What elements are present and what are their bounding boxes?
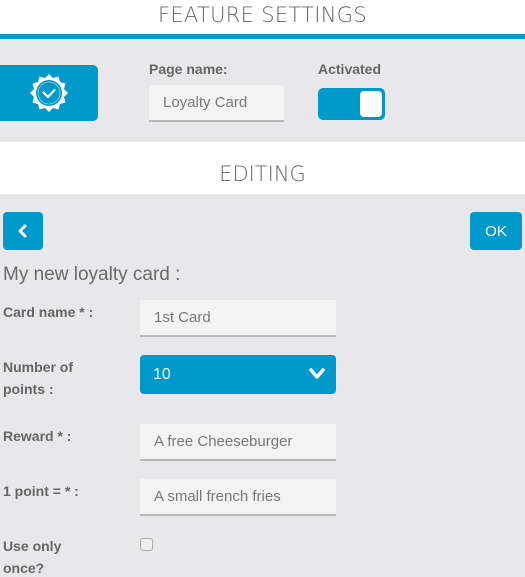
editing-header: EDITING bbox=[0, 142, 525, 194]
page-title: FEATURE SETTINGS bbox=[157, 3, 367, 27]
ok-button[interactable]: OK bbox=[470, 212, 522, 250]
number-of-points-value: 10 bbox=[153, 365, 171, 383]
section-title: My new loyalty card : bbox=[3, 264, 181, 285]
page-name-input[interactable]: Loyalty Card bbox=[149, 85, 284, 122]
use-only-once-checkbox[interactable] bbox=[140, 538, 153, 551]
editing-title: EDITING bbox=[219, 162, 306, 186]
one-point-input[interactable]: A small french fries bbox=[140, 479, 336, 516]
use-only-once-label-line2: once? bbox=[3, 560, 45, 576]
back-button[interactable] bbox=[3, 212, 43, 250]
toggle-knob bbox=[360, 91, 382, 117]
card-name-input[interactable]: 1st Card bbox=[140, 300, 336, 337]
feature-settings-page: FEATURE SETTINGS Page name: Loyalty Card… bbox=[0, 0, 525, 577]
feature-icon-button[interactable] bbox=[0, 65, 98, 121]
one-point-label: 1 point = * : bbox=[3, 483, 79, 499]
activated-label: Activated bbox=[318, 61, 382, 77]
reward-input[interactable]: A free Cheeseburger bbox=[140, 424, 336, 461]
badge-check-icon bbox=[30, 74, 68, 112]
activated-toggle[interactable] bbox=[318, 88, 385, 120]
use-only-once-label-line1: Use only bbox=[3, 538, 62, 554]
feature-settings-header: FEATURE SETTINGS bbox=[0, 0, 525, 35]
number-of-points-select[interactable]: 10 bbox=[140, 355, 336, 394]
chevron-down-icon bbox=[309, 368, 325, 379]
reward-label: Reward * : bbox=[3, 428, 72, 444]
chevron-left-icon bbox=[18, 224, 27, 238]
number-of-points-label-line2: points : bbox=[3, 381, 54, 397]
number-of-points-label-line1: Number of bbox=[3, 359, 73, 375]
card-name-label: Card name * : bbox=[3, 304, 94, 320]
page-name-label: Page name: bbox=[149, 61, 228, 77]
